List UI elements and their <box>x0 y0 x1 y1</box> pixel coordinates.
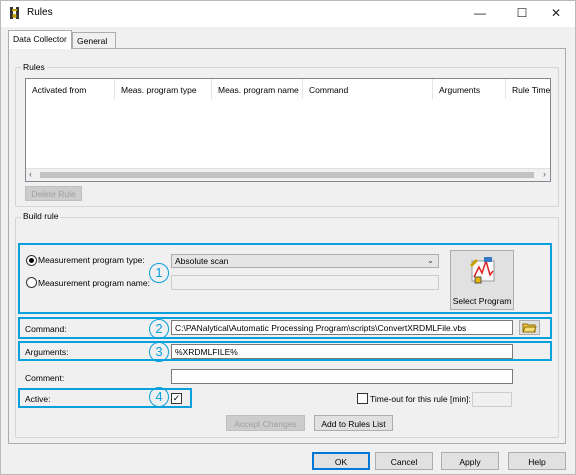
column-meas-program-name[interactable]: Meas. program name <box>212 79 303 99</box>
help-button[interactable]: Help <box>508 452 566 470</box>
delete-rule-button[interactable]: Delete Rule <box>25 186 82 201</box>
rules-dialog: Rules — ☐ ✕ Data Collector General Rules… <box>0 0 576 475</box>
callout-2-badge: 2 <box>149 319 169 339</box>
rules-list[interactable]: Activated from Meas. program type Meas. … <box>25 78 551 182</box>
apply-button[interactable]: Apply <box>441 452 499 470</box>
command-label: Command: <box>25 324 67 334</box>
callout-3-badge: 3 <box>149 342 169 362</box>
timeout-field <box>472 392 512 407</box>
program-type-value: Absolute scan <box>175 256 229 266</box>
window-title: Rules <box>27 7 53 18</box>
build-rule-group-label: Build rule <box>21 211 61 221</box>
program-type-label: Measurement program type: <box>38 255 145 265</box>
callout-4-badge: 4 <box>149 387 169 407</box>
scroll-right-icon[interactable]: › <box>543 169 546 179</box>
cancel-button[interactable]: Cancel <box>375 452 433 470</box>
title-bar: Rules — ☐ ✕ <box>1 1 575 27</box>
scrollbar-thumb[interactable] <box>40 172 534 178</box>
horizontal-scrollbar[interactable]: ‹ › <box>26 168 550 181</box>
column-command[interactable]: Command <box>303 79 433 99</box>
rules-group-label: Rules <box>21 62 47 72</box>
tab-data-collector-label: Data Collector <box>13 34 67 44</box>
add-to-rules-list-button[interactable]: Add to Rules List <box>314 415 393 431</box>
folder-icon <box>522 323 537 333</box>
column-activated-from[interactable]: Activated from <box>26 79 115 99</box>
program-name-field <box>171 275 439 290</box>
command-field[interactable]: C:\PANalytical\Automatic Processing Prog… <box>171 320 513 335</box>
select-program-button[interactable]: Select Program <box>450 250 514 310</box>
maximize-icon[interactable]: ☐ <box>503 1 541 27</box>
comment-label: Comment: <box>25 373 65 383</box>
scroll-left-icon[interactable]: ‹ <box>29 169 32 179</box>
tab-general-label: General <box>77 36 108 46</box>
radio-program-type[interactable] <box>26 255 37 266</box>
active-label: Active: <box>25 394 51 404</box>
close-icon[interactable]: ✕ <box>537 1 575 27</box>
measurement-program-icon <box>470 257 495 284</box>
timeout-label: Time-out for this rule [min]: <box>370 394 471 404</box>
program-name-label: Measurement program name: <box>38 278 150 288</box>
radio-program-name[interactable] <box>26 277 37 288</box>
minimize-icon[interactable]: — <box>461 1 499 27</box>
arguments-field[interactable]: %XRDMLFILE% <box>171 344 513 359</box>
accept-changes-button[interactable]: Accept Changes <box>226 415 305 431</box>
tab-panel: Rules Activated from Meas. program type … <box>8 48 566 444</box>
app-icon <box>10 7 19 19</box>
program-type-select[interactable]: Absolute scan <box>171 254 439 268</box>
timeout-checkbox[interactable] <box>357 393 368 404</box>
tab-general[interactable]: General <box>72 32 116 49</box>
comment-field[interactable] <box>171 369 513 384</box>
column-arguments[interactable]: Arguments <box>433 79 506 99</box>
browse-command-button[interactable] <box>519 320 540 335</box>
chevron-down-icon[interactable]: ⌄ <box>423 255 438 267</box>
column-meas-program-type[interactable]: Meas. program type <box>115 79 212 99</box>
select-program-label: Select Program <box>452 296 512 306</box>
arguments-label: Arguments: <box>25 347 69 357</box>
tab-data-collector[interactable]: Data Collector <box>8 30 72 49</box>
column-rule-timeout[interactable]: Rule Timeo <box>506 79 550 99</box>
ok-button[interactable]: OK <box>312 452 370 470</box>
callout-1-badge: 1 <box>149 263 169 283</box>
active-checkbox[interactable]: ✓ <box>171 393 182 404</box>
